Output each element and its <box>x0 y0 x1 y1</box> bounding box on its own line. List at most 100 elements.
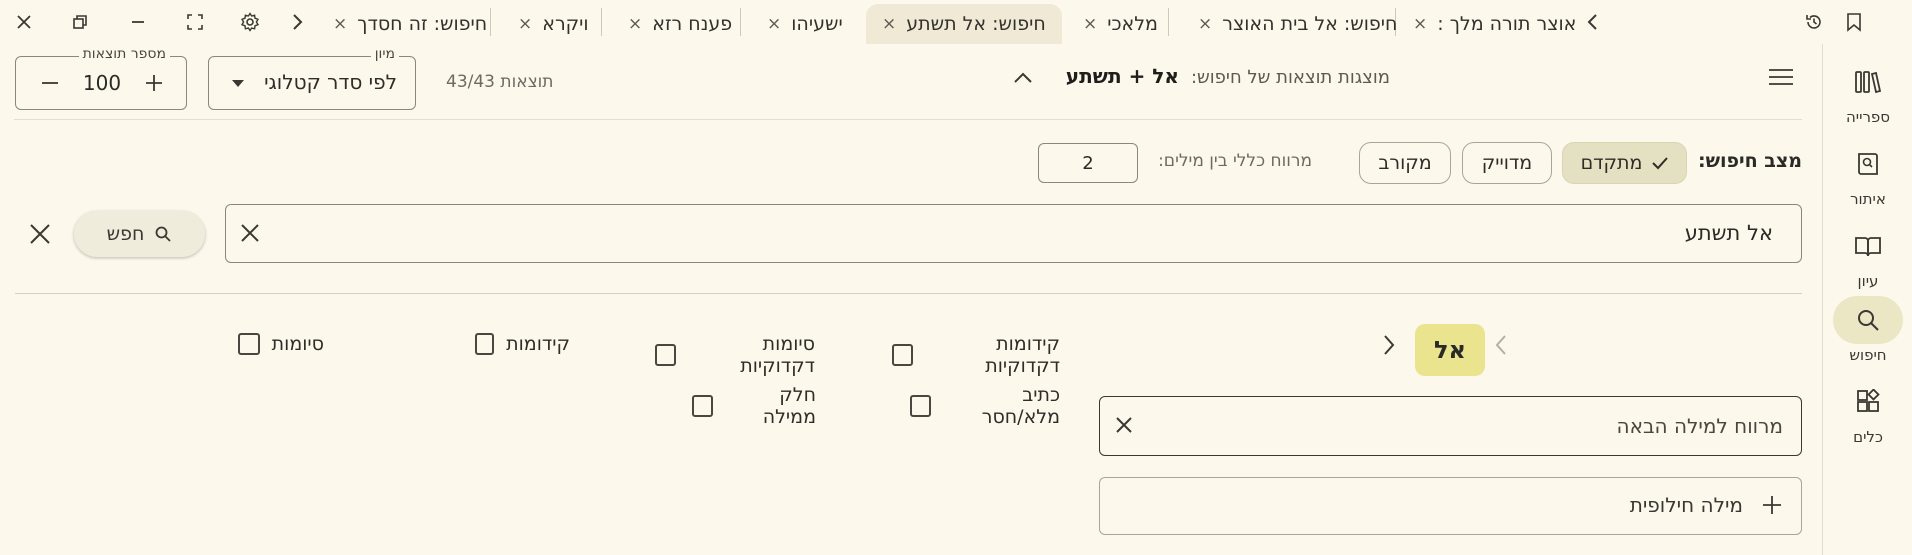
results-per-page-stepper[interactable]: מספר תוצאות 100 <box>15 46 187 110</box>
rail-label: איתור <box>1850 190 1886 208</box>
collapse-search-button[interactable] <box>1012 70 1038 92</box>
results-heading-prefix: מוצגות תוצאות של חיפוש: <box>1190 67 1390 88</box>
rail-label: כלים <box>1853 428 1883 446</box>
tab-close-icon[interactable]: × <box>1198 14 1212 34</box>
checkbox[interactable] <box>238 333 260 355</box>
results-heading-query: אל + תשתע <box>1065 64 1179 88</box>
locate-book-icon <box>1858 153 1878 175</box>
bookmark-icon <box>1847 13 1861 32</box>
tab-malachi[interactable]: × מלאכי <box>1083 4 1163 44</box>
option-label: סיומות דקדוקיות <box>740 333 815 377</box>
tab-close-icon[interactable]: × <box>1413 14 1427 34</box>
option-prefixes[interactable]: קידומות <box>475 333 570 355</box>
current-word-chip[interactable]: אל <box>1415 324 1485 376</box>
header-divider <box>14 119 1802 120</box>
tab-label: ישעיהו <box>791 13 843 35</box>
restore-window-button[interactable] <box>66 8 94 36</box>
mode-advanced-chip[interactable]: מתקדם <box>1562 142 1687 184</box>
prev-word-button[interactable] <box>1494 334 1508 356</box>
chevron-right-icon <box>1384 335 1395 355</box>
tab-bar: × אוצר תורה מלך : × חיפוש: אל בית האוצר … <box>0 0 1912 44</box>
clear-search-button[interactable] <box>238 221 262 245</box>
rail-item-locate[interactable]: איתור <box>1823 140 1912 220</box>
tab-search-beit-haotzar[interactable]: × חיפוש: אל בית האוצר <box>1198 4 1397 44</box>
word-distance-input[interactable]: 2 <box>1038 143 1138 183</box>
word-distance-label: מרווח כללי בין מילים: <box>1158 151 1312 171</box>
sort-select[interactable]: מיון לפי סדר קטלוגי <box>208 46 416 110</box>
fullscreen-button[interactable] <box>181 8 209 36</box>
open-book-icon <box>1855 237 1881 257</box>
search-submit-label: חפש <box>106 223 145 245</box>
rail-label: חיפוש <box>1849 346 1887 364</box>
checkbox[interactable] <box>475 333 495 355</box>
mode-approximate-chip[interactable]: מקורב <box>1359 142 1451 184</box>
tabs-scroll-left-button[interactable] <box>283 8 311 36</box>
tab-close-icon[interactable]: × <box>518 14 532 34</box>
next-word-button[interactable] <box>1382 334 1396 356</box>
rail-item-library[interactable]: ספרייה <box>1823 58 1912 138</box>
chevron-left-icon <box>1587 14 1597 30</box>
tab-label: אוצר תורה מלך : <box>1437 13 1577 35</box>
checkbox[interactable] <box>692 395 714 417</box>
nav-rail: ספרייה איתור עיון חיפוש כלים <box>1822 44 1912 555</box>
clear-gap-button[interactable] <box>1114 415 1134 435</box>
tab-vayikra[interactable]: × ויקרא <box>518 4 598 44</box>
tab-search-ze-chasdecha[interactable]: × חיפוש: זה חסדך <box>333 4 493 44</box>
option-plene-defective[interactable]: כתיב מלא/חסר <box>910 384 1060 428</box>
option-grammar-prefixes[interactable]: קידומות דקדוקיות <box>892 333 1060 377</box>
dropdown-arrow-icon <box>232 80 244 87</box>
tab-close-icon[interactable]: × <box>767 14 781 34</box>
results-per-page-value[interactable]: 100 <box>76 71 128 95</box>
option-grammar-suffixes[interactable]: סיומות דקדוקיות <box>655 333 815 377</box>
restore-icon <box>73 15 87 29</box>
bookmark-button[interactable] <box>1840 8 1868 36</box>
increment-button[interactable] <box>144 73 164 93</box>
tab-label: חיפוש: אל תשתע <box>906 13 1046 35</box>
menu-button[interactable] <box>1768 66 1802 96</box>
section-divider <box>15 293 1802 294</box>
tab-close-icon[interactable]: × <box>628 14 642 34</box>
alternative-word-button[interactable]: מילה חילופית <box>1099 477 1802 535</box>
tab-search-al-tishta[interactable]: × חיפוש: אל תשתע <box>866 4 1062 44</box>
minimize-window-button[interactable] <box>124 8 152 36</box>
mode-exact-chip[interactable]: מדוייק <box>1462 142 1552 184</box>
close-window-button[interactable] <box>10 8 38 36</box>
reset-search-button[interactable] <box>28 222 52 246</box>
search-icon <box>1858 310 1879 331</box>
tab-label: חיפוש: אל בית האוצר <box>1222 13 1398 35</box>
option-label: סיומות <box>271 333 324 355</box>
rail-label: ספרייה <box>1845 108 1891 126</box>
rail-item-search[interactable]: חיפוש <box>1823 296 1912 376</box>
results-heading: מוצגות תוצאות של חיפוש: אל + תשתע <box>1010 64 1390 88</box>
minimize-icon <box>132 21 144 23</box>
sort-value: לפי סדר קטלוגי <box>264 70 397 94</box>
tab-paaneach-raza[interactable]: × פענח רזא <box>628 4 738 44</box>
rail-item-study[interactable]: עיון <box>1823 222 1912 302</box>
rail-item-tools[interactable]: כלים <box>1823 378 1912 458</box>
tab-close-icon[interactable]: × <box>882 14 896 34</box>
gear-icon <box>240 12 260 32</box>
option-partial-word[interactable]: חלק ממילה <box>692 384 816 428</box>
gap-to-next-word-input[interactable]: מרווח למילה הבאה <box>1099 396 1802 456</box>
search-submit-button[interactable]: חפש <box>74 211 205 257</box>
checkbox[interactable] <box>910 395 932 417</box>
checkbox[interactable] <box>655 344 677 366</box>
decrement-button[interactable] <box>40 73 60 93</box>
search-input[interactable]: אל תשתע <box>225 204 1802 263</box>
tabs-scroll-right-button[interactable] <box>1579 8 1607 36</box>
option-label: קידומות דקדוקיות <box>985 333 1060 377</box>
tab-close-icon[interactable]: × <box>1083 14 1097 34</box>
tab-otzar[interactable]: × אוצר תורה מלך : <box>1413 4 1577 44</box>
checkbox[interactable] <box>892 344 913 366</box>
library-icon <box>1855 71 1882 94</box>
tab-yeshayahu[interactable]: × ישעיהו <box>767 4 877 44</box>
close-icon <box>241 224 259 242</box>
results-per-page-legend: מספר תוצאות <box>78 46 170 62</box>
tab-label: מלאכי <box>1107 13 1158 35</box>
close-icon <box>1116 417 1132 433</box>
rail-label: עיון <box>1857 272 1879 290</box>
tools-grid-icon <box>1857 389 1880 412</box>
tab-close-icon[interactable]: × <box>333 14 347 34</box>
settings-button[interactable] <box>236 8 264 36</box>
option-suffixes[interactable]: סיומות <box>238 333 324 355</box>
